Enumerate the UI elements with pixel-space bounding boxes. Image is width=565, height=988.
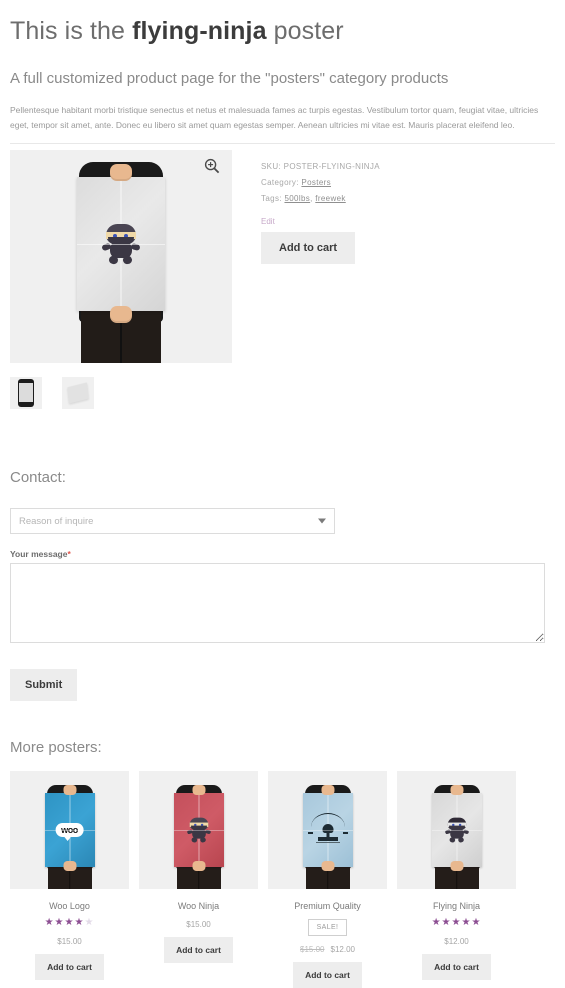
current-price: $15.00 [186,920,211,930]
sku-label: SKU: [261,162,282,172]
product-price: $15.00 [139,920,258,929]
star-icon: ★ [44,917,55,929]
add-to-cart-button[interactable]: Add to cart [35,954,104,981]
product-price: $15.00 $12.00 [268,945,387,954]
add-to-cart-button[interactable]: Add to cart [422,954,491,981]
model-silhouette [302,779,354,890]
product-meta: SKU: POSTER-FLYING-NINJA Category: Poste… [232,150,555,409]
add-to-cart-button[interactable]: Add to cart [164,937,233,964]
ninja-illustration [444,817,469,844]
model-silhouette [73,150,169,364]
related-products-grid: woo Woo Logo ★★★★★ $15.00 Add to cart Woo Nin… [10,771,555,988]
inquire-select-wrapper: Reason of inquire [10,508,335,535]
page-title-product: flying-ninja [132,17,267,45]
poster-artwork [302,793,353,868]
message-textarea[interactable] [10,563,545,644]
product-main-image[interactable] [10,150,232,364]
star-icon: ★ [471,917,482,929]
message-field-label: Your message* [10,549,555,559]
edit-link[interactable]: Edit [261,217,555,226]
product-card: Flying Ninja ★★★★★ $12.00 Add to cart [397,771,516,988]
current-price: $15.00 [57,937,82,947]
poster-artwork [173,793,224,868]
add-to-cart-button[interactable]: Add to cart [261,232,356,265]
product-card: woo Woo Logo ★★★★★ $15.00 Add to cart [10,771,129,988]
model-silhouette [431,779,483,890]
inquire-reason-select[interactable]: Reason of inquire [10,508,335,535]
product-name[interactable]: Woo Ninja [139,901,258,911]
poster-artwork [77,177,165,312]
product-name[interactable]: Premium Quality [268,901,387,911]
premium-quality-art [307,813,348,847]
tag-link-2[interactable]: freewek [315,194,345,203]
star-icon: ★ [54,917,65,929]
product-name[interactable]: Flying Ninja [397,901,516,911]
product-name[interactable]: Woo Logo [10,901,129,911]
model-silhouette [173,779,225,890]
tag-link-1[interactable]: 500lbs [284,194,310,203]
page-description: Pellentesque habitant morbi tristique se… [10,104,539,131]
tags-label: Tags: [261,194,282,204]
star-icon: ★ [74,917,85,929]
product-sku: SKU: POSTER-FLYING-NINJA [261,162,555,171]
product-card: Woo Ninja $15.00 Add to cart [139,771,258,988]
rating-stars: ★★★★★ [10,918,129,928]
product-category: Category: Posters [261,178,555,187]
product-card: Premium Quality SALE! $15.00 $12.00 Add to c… [268,771,387,988]
old-price: $15.00 [300,945,325,955]
ninja-illustration [186,817,211,844]
page-title: This is the flying-ninja poster [10,16,555,47]
page-subtitle: A full customized product page for the "… [10,70,449,88]
product-price: $12.00 [397,937,516,946]
product-gallery [10,150,232,410]
category-link[interactable]: Posters [301,178,331,187]
product-thumbnail-image[interactable] [397,771,516,890]
star-icon: ★ [451,917,462,929]
header-divider [10,143,555,145]
thumbnail-poster-held[interactable] [10,377,42,410]
product-thumbnail-image[interactable] [268,771,387,890]
current-price: $12.00 [444,937,469,947]
model-hand-bottom [110,306,132,324]
thumbnail-poster-flat[interactable] [62,377,94,410]
magnifier-plus-icon[interactable] [204,158,220,174]
page-title-suffix: poster [266,17,344,45]
product-thumbnail-image[interactable]: woo [10,771,129,890]
product-summary: SKU: POSTER-FLYING-NINJA Category: Poste… [10,150,555,410]
contact-section-title: Contact: [10,469,66,487]
page-title-prefix: This is the [10,17,133,45]
ninja-illustration [101,224,141,266]
model-silhouette: woo [44,779,96,890]
model-hand-top [110,164,132,182]
product-thumbnails [10,377,232,410]
poster-artwork: woo [44,793,95,868]
required-asterisk: * [67,549,71,560]
star-icon: ★ [84,917,95,929]
poster-artwork [431,793,482,868]
product-price: $15.00 [10,937,129,946]
submit-button[interactable]: Submit [10,669,78,702]
category-label: Category: [261,178,299,188]
sku-value: POSTER-FLYING-NINJA [283,162,380,172]
product-tags: Tags: 500lbs, freewek [261,194,555,203]
more-posters-title: More posters: [10,739,102,757]
star-icon: ★ [461,917,472,929]
star-icon: ★ [441,917,452,929]
message-label-text: Your message [10,549,68,560]
current-price: $12.00 [330,945,355,955]
star-icon: ★ [64,917,75,929]
sale-badge: SALE! [307,919,348,937]
product-page: This is the flying-ninja poster A full c… [0,16,565,988]
star-icon: ★ [431,917,442,929]
product-thumbnail-image[interactable] [139,771,258,890]
add-to-cart-button[interactable]: Add to cart [293,962,362,988]
rating-stars: ★★★★★ [397,918,516,928]
woo-logo-art: woo [55,823,84,842]
